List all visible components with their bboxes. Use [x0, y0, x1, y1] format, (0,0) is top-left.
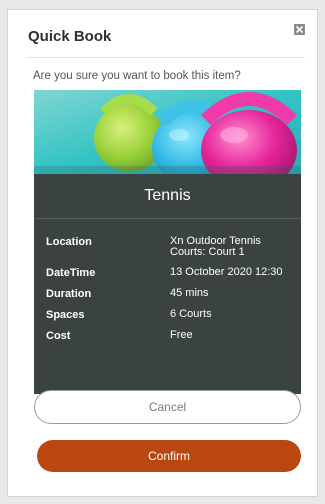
- detail-row-location: Location Xn Outdoor Tennis Courts: Court…: [46, 236, 296, 258]
- detail-label: Cost: [46, 330, 71, 342]
- close-icon[interactable]: [294, 24, 305, 35]
- detail-row-datetime: DateTime 13 October 2020 12:30: [46, 266, 296, 280]
- quick-book-modal: Quick Book Are you sure you want to book…: [7, 9, 318, 497]
- confirmation-question: Are you sure you want to book this item?: [33, 70, 241, 82]
- detail-label: Duration: [46, 288, 92, 300]
- detail-value: 45 mins: [170, 287, 209, 299]
- cancel-button[interactable]: Cancel: [34, 390, 301, 424]
- booking-details: Location Xn Outdoor Tennis Courts: Court…: [46, 236, 296, 351]
- title-divider: [27, 57, 305, 58]
- detail-label: DateTime: [46, 267, 96, 279]
- detail-value: 6 Courts: [170, 308, 212, 320]
- detail-value: Free: [170, 329, 193, 341]
- detail-value: Xn Outdoor Tennis Courts: Court 1: [170, 235, 261, 258]
- detail-value: 13 October 2020 12:30: [170, 266, 283, 278]
- activity-banner-image: [34, 90, 301, 174]
- detail-row-spaces: Spaces 6 Courts: [46, 308, 296, 322]
- detail-label: Location: [46, 236, 92, 248]
- booking-card: Tennis Location Xn Outdoor Tennis Courts…: [34, 90, 301, 394]
- detail-label: Spaces: [46, 309, 85, 321]
- activity-name: Tennis: [34, 174, 301, 219]
- detail-row-duration: Duration 45 mins: [46, 287, 296, 301]
- confirm-button[interactable]: Confirm: [37, 440, 301, 472]
- detail-row-cost: Cost Free: [46, 329, 296, 343]
- modal-title: Quick Book: [28, 28, 112, 45]
